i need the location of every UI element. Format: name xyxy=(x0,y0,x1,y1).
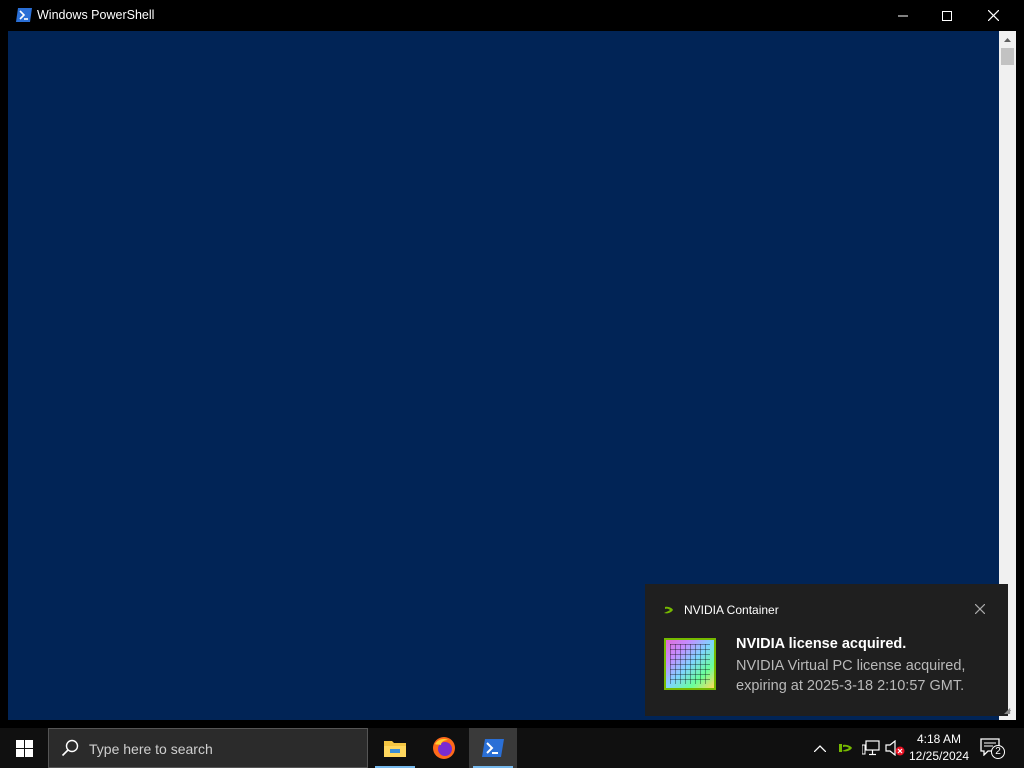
maximize-icon xyxy=(942,10,952,21)
window-border xyxy=(0,31,8,720)
notification-count-badge: 2 xyxy=(991,745,1005,759)
start-button[interactable] xyxy=(0,728,48,768)
taskbar-file-explorer[interactable] xyxy=(371,728,419,768)
close-button[interactable] xyxy=(970,0,1016,31)
minimize-icon xyxy=(898,15,908,16)
powershell-icon xyxy=(482,739,504,757)
action-center-button[interactable]: 2 xyxy=(980,738,1008,760)
scrollbar-thumb[interactable] xyxy=(1001,48,1014,65)
toast-title: NVIDIA license acquired. xyxy=(736,636,907,652)
taskbar-clock[interactable]: 4:18 AM 12/25/2024 xyxy=(905,731,973,765)
clock-date: 12/25/2024 xyxy=(908,749,970,763)
toast-body: NVIDIA Virtual PC license acquired, expi… xyxy=(736,658,966,694)
resize-grip-icon: ◢ xyxy=(1004,706,1011,715)
show-hidden-icons-button[interactable] xyxy=(812,740,828,756)
chevron-up-icon xyxy=(814,744,826,752)
search-placeholder: Type here to search xyxy=(89,741,213,757)
taskbar: Type here to search 4:18 AM 12/25/2024 2 xyxy=(0,728,1024,768)
folder-icon xyxy=(384,741,406,757)
minimize-button[interactable] xyxy=(880,0,926,31)
scroll-up-arrow-icon xyxy=(1004,37,1011,42)
notification-toast[interactable]: NVIDIA Container NVIDIA license acquired… xyxy=(645,584,1011,716)
toast-app-name: NVIDIA Container xyxy=(684,603,779,617)
taskbar-firefox[interactable] xyxy=(420,728,468,768)
nvidia-icon xyxy=(661,605,674,615)
close-icon xyxy=(987,10,999,21)
taskbar-windows-powershell[interactable] xyxy=(469,728,517,768)
windows-logo-icon xyxy=(15,739,33,757)
nvidia-tray-icon[interactable] xyxy=(839,742,853,754)
scroll-up-button[interactable] xyxy=(999,31,1016,48)
toast-close-button[interactable] xyxy=(973,602,987,616)
maximize-button[interactable] xyxy=(924,0,970,31)
clock-time: 4:18 AM xyxy=(916,732,962,746)
search-input[interactable]: Type here to search xyxy=(48,728,368,768)
volume-muted-icon[interactable] xyxy=(885,740,905,756)
search-icon xyxy=(61,739,79,757)
window-border-bottom xyxy=(0,720,1024,728)
gpu-chip-icon xyxy=(664,638,716,690)
title-bar[interactable]: Windows PowerShell xyxy=(0,0,1024,31)
firefox-icon xyxy=(433,737,455,759)
close-icon xyxy=(975,604,985,614)
network-icon[interactable] xyxy=(862,740,880,756)
window-title: Windows PowerShell xyxy=(37,8,155,22)
powershell-icon xyxy=(16,8,32,22)
